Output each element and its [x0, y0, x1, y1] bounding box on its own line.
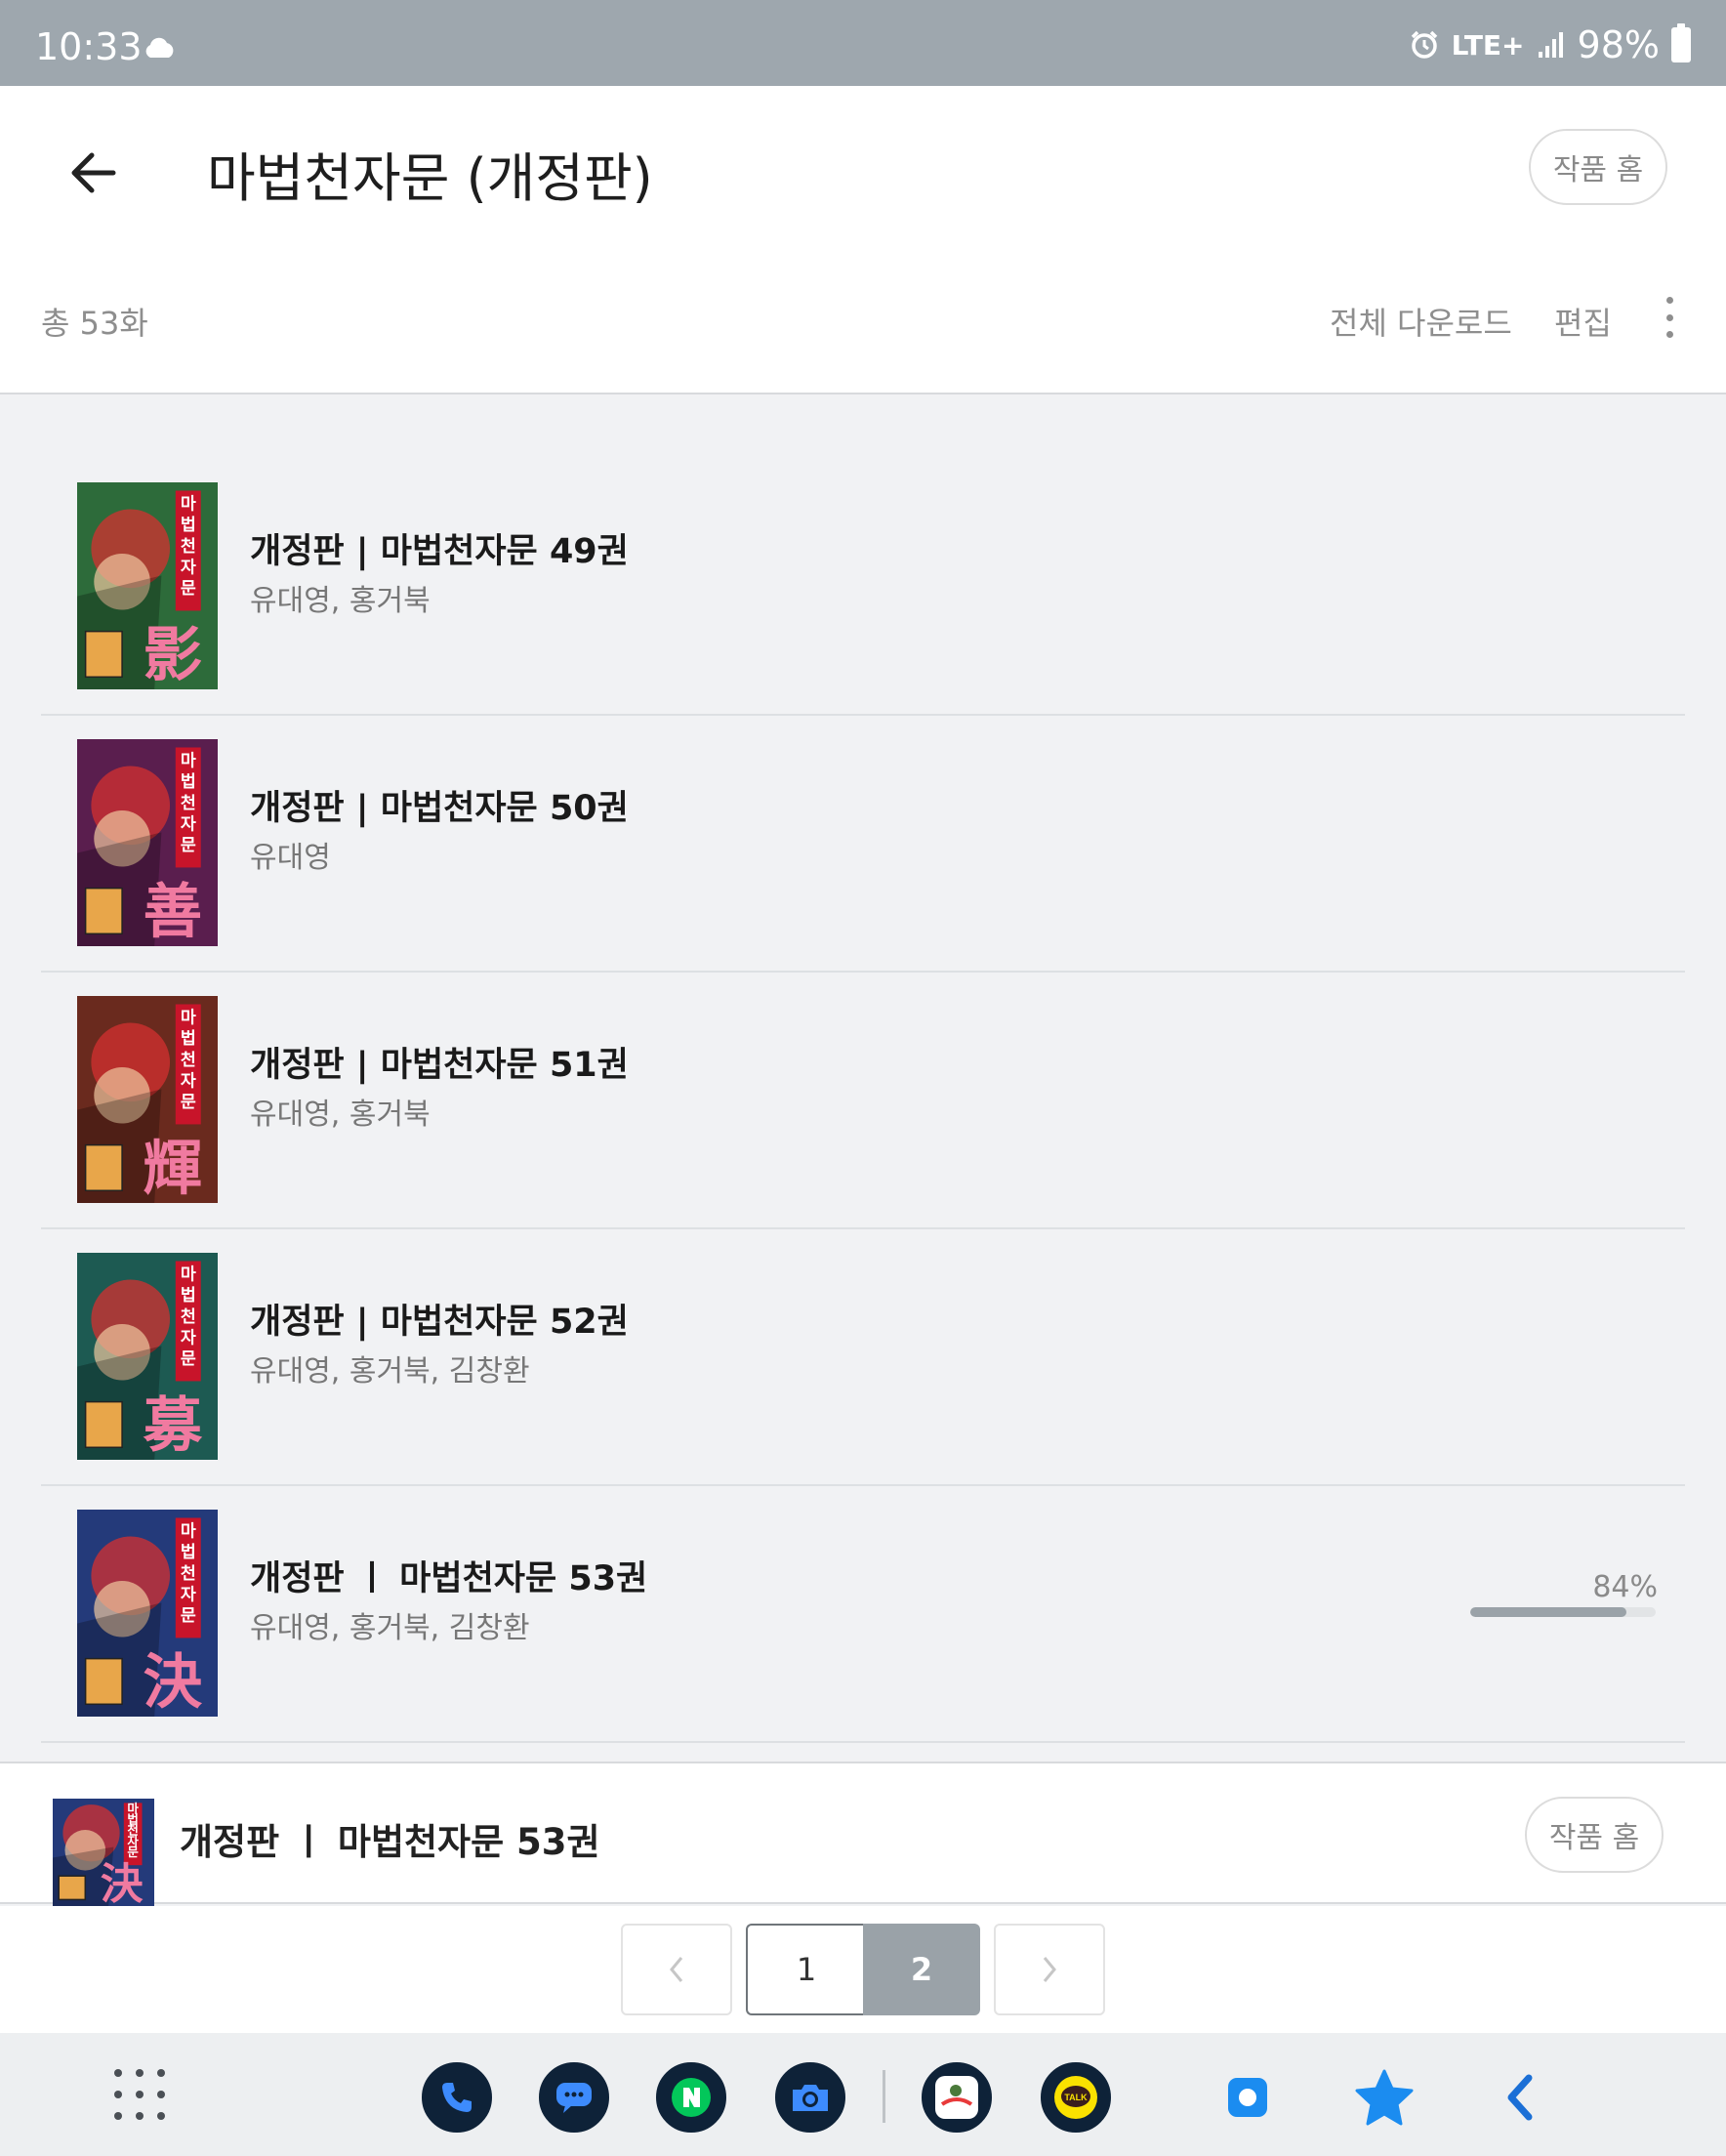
volume-cover-image: 마법천자문 善 — [77, 739, 218, 946]
battery-percent: 98% — [1577, 23, 1660, 66]
volume-cover-image: 마법천자문 影 — [77, 482, 218, 689]
volume-title: 개정판 | 마법천자문 49권 — [250, 532, 629, 571]
taskbar: TALK — [0, 2033, 1726, 2156]
more-options-icon[interactable] — [1652, 293, 1687, 342]
svg-text:자: 자 — [181, 1071, 196, 1091]
svg-text:자: 자 — [181, 1585, 196, 1604]
now-reading-work-home-button[interactable]: 작품 홈 — [1525, 1797, 1664, 1873]
reading-progress-fill — [1470, 1607, 1626, 1617]
back-arrow-icon[interactable] — [59, 139, 127, 207]
volume-list-item[interactable]: 마법천자문 影 개정판 | 마법천자문 49권유대영, 홍거북 — [41, 459, 1685, 716]
volume-list-item[interactable]: 마법천자문 善 개정판 | 마법천자문 50권유대영 — [41, 716, 1685, 973]
svg-text:TALK: TALK — [1064, 2093, 1088, 2102]
svg-text:문: 문 — [181, 579, 196, 599]
now-reading-title: 개정판 ㅣ 마법천자문 53권 — [180, 1821, 600, 1863]
svg-text:影: 影 — [144, 620, 202, 689]
page-title: 마법천자문 (개정판) — [207, 147, 653, 209]
chevron-right-icon — [1043, 1957, 1056, 1982]
svg-text:마: 마 — [181, 1522, 196, 1542]
volume-title: 개정판 ㅣ 마법천자문 53권 — [250, 1559, 648, 1598]
edit-button[interactable]: 편집 — [1554, 299, 1612, 344]
volume-title: 개정판 | 마법천자문 51권 — [250, 1046, 629, 1085]
volume-cover-image: 마법천자문 決 — [77, 1510, 218, 1717]
volume-list-item[interactable]: 마법천자문 決 개정판 ㅣ 마법천자문 53권유대영, 홍거북, 김창환 84% — [41, 1486, 1685, 1743]
webtoon-app-icon[interactable] — [922, 2062, 992, 2133]
favorites-star-icon[interactable] — [1349, 2062, 1419, 2133]
page-1-button[interactable]: 1 — [746, 1924, 865, 2015]
svg-text:천: 천 — [181, 1307, 196, 1327]
svg-text:천: 천 — [181, 537, 196, 557]
next-page-button[interactable] — [994, 1924, 1105, 2015]
svg-text:마: 마 — [181, 1009, 196, 1028]
svg-text:문: 문 — [181, 1606, 196, 1626]
svg-text:善: 善 — [144, 877, 202, 946]
svg-text:법: 법 — [181, 516, 196, 535]
phone-icon[interactable] — [422, 2062, 492, 2133]
svg-text:법: 법 — [181, 1029, 196, 1049]
svg-text:법: 법 — [181, 772, 196, 792]
volume-cover-image: 마법천자문 募 — [77, 1253, 218, 1460]
pagination: 1 2 — [0, 1906, 1726, 2033]
svg-text:募: 募 — [143, 1390, 203, 1460]
alarm-icon — [1411, 30, 1437, 59]
battery-icon — [1671, 23, 1691, 62]
messages-icon[interactable] — [539, 2062, 609, 2133]
svg-text:문: 문 — [181, 836, 196, 855]
kakaotalk-icon[interactable]: TALK — [1041, 2062, 1111, 2133]
svg-text:자: 자 — [181, 1328, 196, 1348]
svg-text:법: 법 — [181, 1286, 196, 1306]
svg-text:자: 자 — [181, 814, 196, 834]
recent-apps-icon[interactable] — [1212, 2062, 1283, 2133]
svg-text:천: 천 — [181, 1564, 196, 1584]
work-home-button[interactable]: 작품 홈 — [1529, 129, 1667, 205]
signal-icon — [1538, 32, 1563, 58]
svg-text:마: 마 — [181, 752, 196, 771]
status-bar: 10:33 LTE+ 98% — [0, 0, 1726, 86]
reading-progress-percent: 84% — [1592, 1570, 1658, 1604]
total-episode-count: 총 53화 — [41, 305, 148, 342]
volume-authors: 유대영, 홍거북 — [250, 1098, 431, 1132]
volume-title: 개정판 | 마법천자문 50권 — [250, 789, 629, 828]
volume-authors: 유대영 — [250, 841, 331, 875]
svg-text:마: 마 — [181, 1265, 196, 1285]
svg-text:천: 천 — [181, 1051, 196, 1070]
naver-icon[interactable] — [656, 2062, 726, 2133]
svg-text:마: 마 — [181, 495, 196, 515]
volume-list: 마법천자문 影 개정판 | 마법천자문 49권 유대영, 홍거북 마법천자문 善 … — [41, 459, 1685, 1743]
volume-authors: 유대영, 홍거북 — [250, 584, 431, 618]
svg-text:문: 문 — [181, 1349, 196, 1369]
back-nav-icon[interactable] — [1486, 2062, 1556, 2133]
svg-text:자: 자 — [181, 558, 196, 577]
volume-title: 개정판 | 마법천자문 52권 — [250, 1303, 629, 1342]
header: 마법천자문 (개정판) 작품 홈 총 53화 전체 다운로드 편집 — [0, 86, 1726, 394]
volume-list-item[interactable]: 마법천자문 募 개정판 | 마법천자문 52권유대영, 홍거북, 김창환 — [41, 1229, 1685, 1486]
camera-icon[interactable] — [775, 2062, 845, 2133]
volume-cover-image: 마법천자문 輝 — [77, 996, 218, 1203]
svg-text:법: 법 — [181, 1543, 196, 1562]
status-icons: LTE+ 98% — [1409, 23, 1691, 66]
svg-text:문: 문 — [181, 1093, 196, 1112]
download-all-button[interactable]: 전체 다운로드 — [1330, 299, 1512, 344]
svg-text:輝: 輝 — [144, 1134, 202, 1203]
volume-authors: 유대영, 홍거북, 김창환 — [250, 1611, 530, 1645]
network-type: LTE+ — [1451, 28, 1525, 62]
reading-progress-bar — [1470, 1607, 1656, 1617]
app-drawer-icon[interactable] — [109, 2068, 172, 2131]
page-2-button[interactable]: 2 — [863, 1924, 980, 2015]
svg-text:문: 문 — [127, 1845, 139, 1859]
svg-text:決: 決 — [144, 1647, 203, 1717]
prev-page-button[interactable] — [621, 1924, 732, 2015]
volume-authors: 유대영, 홍거북, 김창환 — [250, 1354, 530, 1389]
now-reading-bar[interactable]: 마법천자문 決 개정판 ㅣ 마법천자문 53권 작품 홈 — [0, 1762, 1726, 1906]
volume-list-item[interactable]: 마법천자문 輝 개정판 | 마법천자문 51권유대영, 홍거북 — [41, 973, 1685, 1229]
cloud-icon — [145, 37, 174, 58]
now-reading-cover: 마법천자문 決 — [53, 1799, 154, 1906]
svg-text:決: 決 — [101, 1859, 144, 1906]
svg-text:천: 천 — [181, 794, 196, 813]
chevron-left-icon — [670, 1957, 683, 1982]
status-time: 10:33 — [35, 25, 143, 68]
taskbar-separator — [883, 2070, 885, 2123]
